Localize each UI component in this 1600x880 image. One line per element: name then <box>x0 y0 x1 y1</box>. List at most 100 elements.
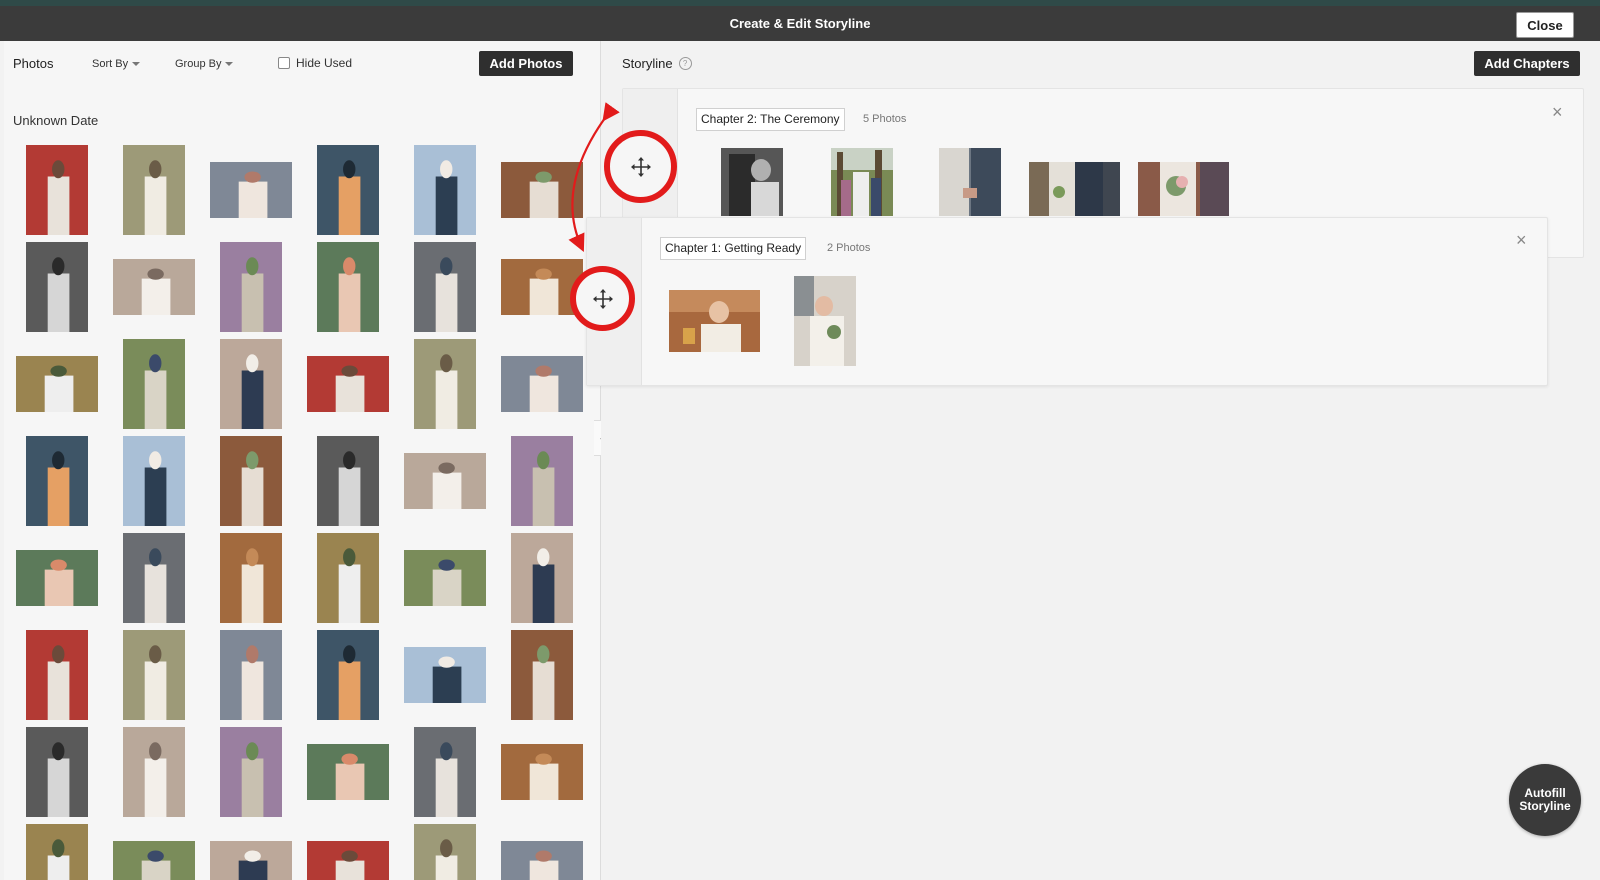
photo-cell <box>493 529 590 626</box>
photo-thumbnail[interactable] <box>219 338 282 429</box>
photo-cell <box>299 238 396 335</box>
photo-thumbnail[interactable] <box>500 355 583 412</box>
photo-thumbnail[interactable] <box>25 629 88 720</box>
chapter-photo[interactable] <box>1029 162 1120 216</box>
chapter-photo[interactable] <box>1138 162 1229 216</box>
photo-cell <box>8 335 105 432</box>
question-circle-icon[interactable]: ? <box>678 57 692 70</box>
photo-thumbnail[interactable] <box>306 355 389 412</box>
chapter-photo[interactable] <box>939 148 1001 216</box>
photo-thumbnail[interactable] <box>413 338 476 429</box>
photo-cell <box>8 238 105 335</box>
photo-thumbnail[interactable] <box>122 726 185 817</box>
photo-thumbnail[interactable] <box>510 629 573 720</box>
photo-cell <box>299 432 396 529</box>
photo-thumbnail[interactable] <box>316 629 379 720</box>
photo-cell <box>105 238 202 335</box>
photo-cell <box>299 723 396 820</box>
close-button[interactable]: Close <box>1516 12 1574 38</box>
photo-thumbnail[interactable] <box>510 532 573 623</box>
photo-thumbnail[interactable] <box>316 241 379 332</box>
photo-thumbnail[interactable] <box>316 435 379 526</box>
close-icon[interactable]: × <box>1552 103 1563 121</box>
photo-thumbnail[interactable] <box>15 549 98 606</box>
photo-thumbnail[interactable] <box>122 338 185 429</box>
drag-handle-highlight[interactable] <box>604 130 677 203</box>
photo-thumbnail[interactable] <box>306 743 389 800</box>
add-chapters-button[interactable]: Add Chapters <box>1474 51 1580 76</box>
photo-thumbnail[interactable] <box>413 823 476 880</box>
photo-thumbnail[interactable] <box>25 435 88 526</box>
photo-thumbnail[interactable] <box>25 241 88 332</box>
photo-thumbnail[interactable] <box>122 532 185 623</box>
photo-thumbnail[interactable] <box>122 144 185 235</box>
photo-cell <box>299 335 396 432</box>
photo-thumbnail[interactable] <box>306 840 389 880</box>
autofill-line-1: Autofill <box>1524 786 1566 800</box>
drag-handle-highlight[interactable] <box>570 266 635 331</box>
photo-cell <box>202 335 299 432</box>
photo-thumbnail[interactable] <box>25 823 88 880</box>
photo-cell <box>396 723 493 820</box>
photo-cell <box>396 432 493 529</box>
photo-cell <box>299 141 396 238</box>
sort-by-label: Sort By <box>92 58 129 70</box>
photo-thumbnail[interactable] <box>15 355 98 412</box>
photo-thumbnail[interactable] <box>413 144 476 235</box>
photo-cell <box>8 626 105 723</box>
photo-grid <box>4 141 600 880</box>
photo-cell <box>105 335 202 432</box>
hide-used-label: Hide Used <box>296 56 353 70</box>
photo-thumbnail[interactable] <box>219 435 282 526</box>
chapter-photo[interactable] <box>669 290 760 352</box>
photo-thumbnail[interactable] <box>500 743 583 800</box>
autofill-line-2: Storyline <box>1519 799 1571 813</box>
photo-cell <box>299 529 396 626</box>
photo-thumbnail[interactable] <box>500 840 583 880</box>
photo-cell <box>105 529 202 626</box>
photo-thumbnail[interactable] <box>209 840 292 880</box>
photo-thumbnail[interactable] <box>316 144 379 235</box>
photo-thumbnail[interactable] <box>413 726 476 817</box>
photo-thumbnail[interactable] <box>112 840 195 880</box>
add-photos-button[interactable]: Add Photos <box>479 51 573 76</box>
photo-cell <box>202 820 299 880</box>
close-icon[interactable]: × <box>1516 231 1527 249</box>
photo-cell <box>202 141 299 238</box>
photo-thumbnail[interactable] <box>122 435 185 526</box>
photo-thumbnail[interactable] <box>403 452 486 509</box>
photo-cell <box>202 432 299 529</box>
photo-thumbnail[interactable] <box>403 646 486 703</box>
photo-thumbnail[interactable] <box>122 629 185 720</box>
chapter-photo-count: 5 Photos <box>863 113 907 125</box>
chapter-photo[interactable] <box>721 148 783 216</box>
photo-thumbnail[interactable] <box>219 241 282 332</box>
photo-thumbnail[interactable] <box>209 161 292 218</box>
photo-thumbnail[interactable] <box>403 549 486 606</box>
photo-thumbnail[interactable] <box>25 726 88 817</box>
photo-cell <box>105 723 202 820</box>
photo-thumbnail[interactable] <box>510 435 573 526</box>
hide-used-checkbox[interactable] <box>278 57 290 69</box>
photo-cell <box>105 141 202 238</box>
photos-panel: Photos Sort By Group By Hide Used Add Ph… <box>4 41 601 880</box>
photo-thumbnail[interactable] <box>316 532 379 623</box>
group-by-dropdown[interactable]: Group By <box>175 58 234 70</box>
photo-thumbnail[interactable] <box>25 144 88 235</box>
photo-cell <box>493 723 590 820</box>
chapter-name-field[interactable]: Chapter 1: Getting Ready <box>660 237 807 260</box>
photo-cell <box>105 432 202 529</box>
chapter-photo[interactable] <box>831 148 893 216</box>
sort-by-dropdown[interactable]: Sort By <box>92 58 141 70</box>
photo-thumbnail[interactable] <box>219 532 282 623</box>
chapter-photo[interactable] <box>794 276 856 366</box>
hide-used-toggle[interactable]: Hide Used <box>278 56 352 70</box>
photo-thumbnail[interactable] <box>219 629 282 720</box>
photo-thumbnail[interactable] <box>112 258 195 315</box>
photo-cell <box>493 626 590 723</box>
photo-thumbnail[interactable] <box>219 726 282 817</box>
photo-thumbnail[interactable] <box>500 161 583 218</box>
chapter-name-field[interactable]: Chapter 2: The Ceremony <box>696 108 845 131</box>
autofill-storyline-button[interactable]: Autofill Storyline <box>1509 764 1581 836</box>
photo-thumbnail[interactable] <box>413 241 476 332</box>
